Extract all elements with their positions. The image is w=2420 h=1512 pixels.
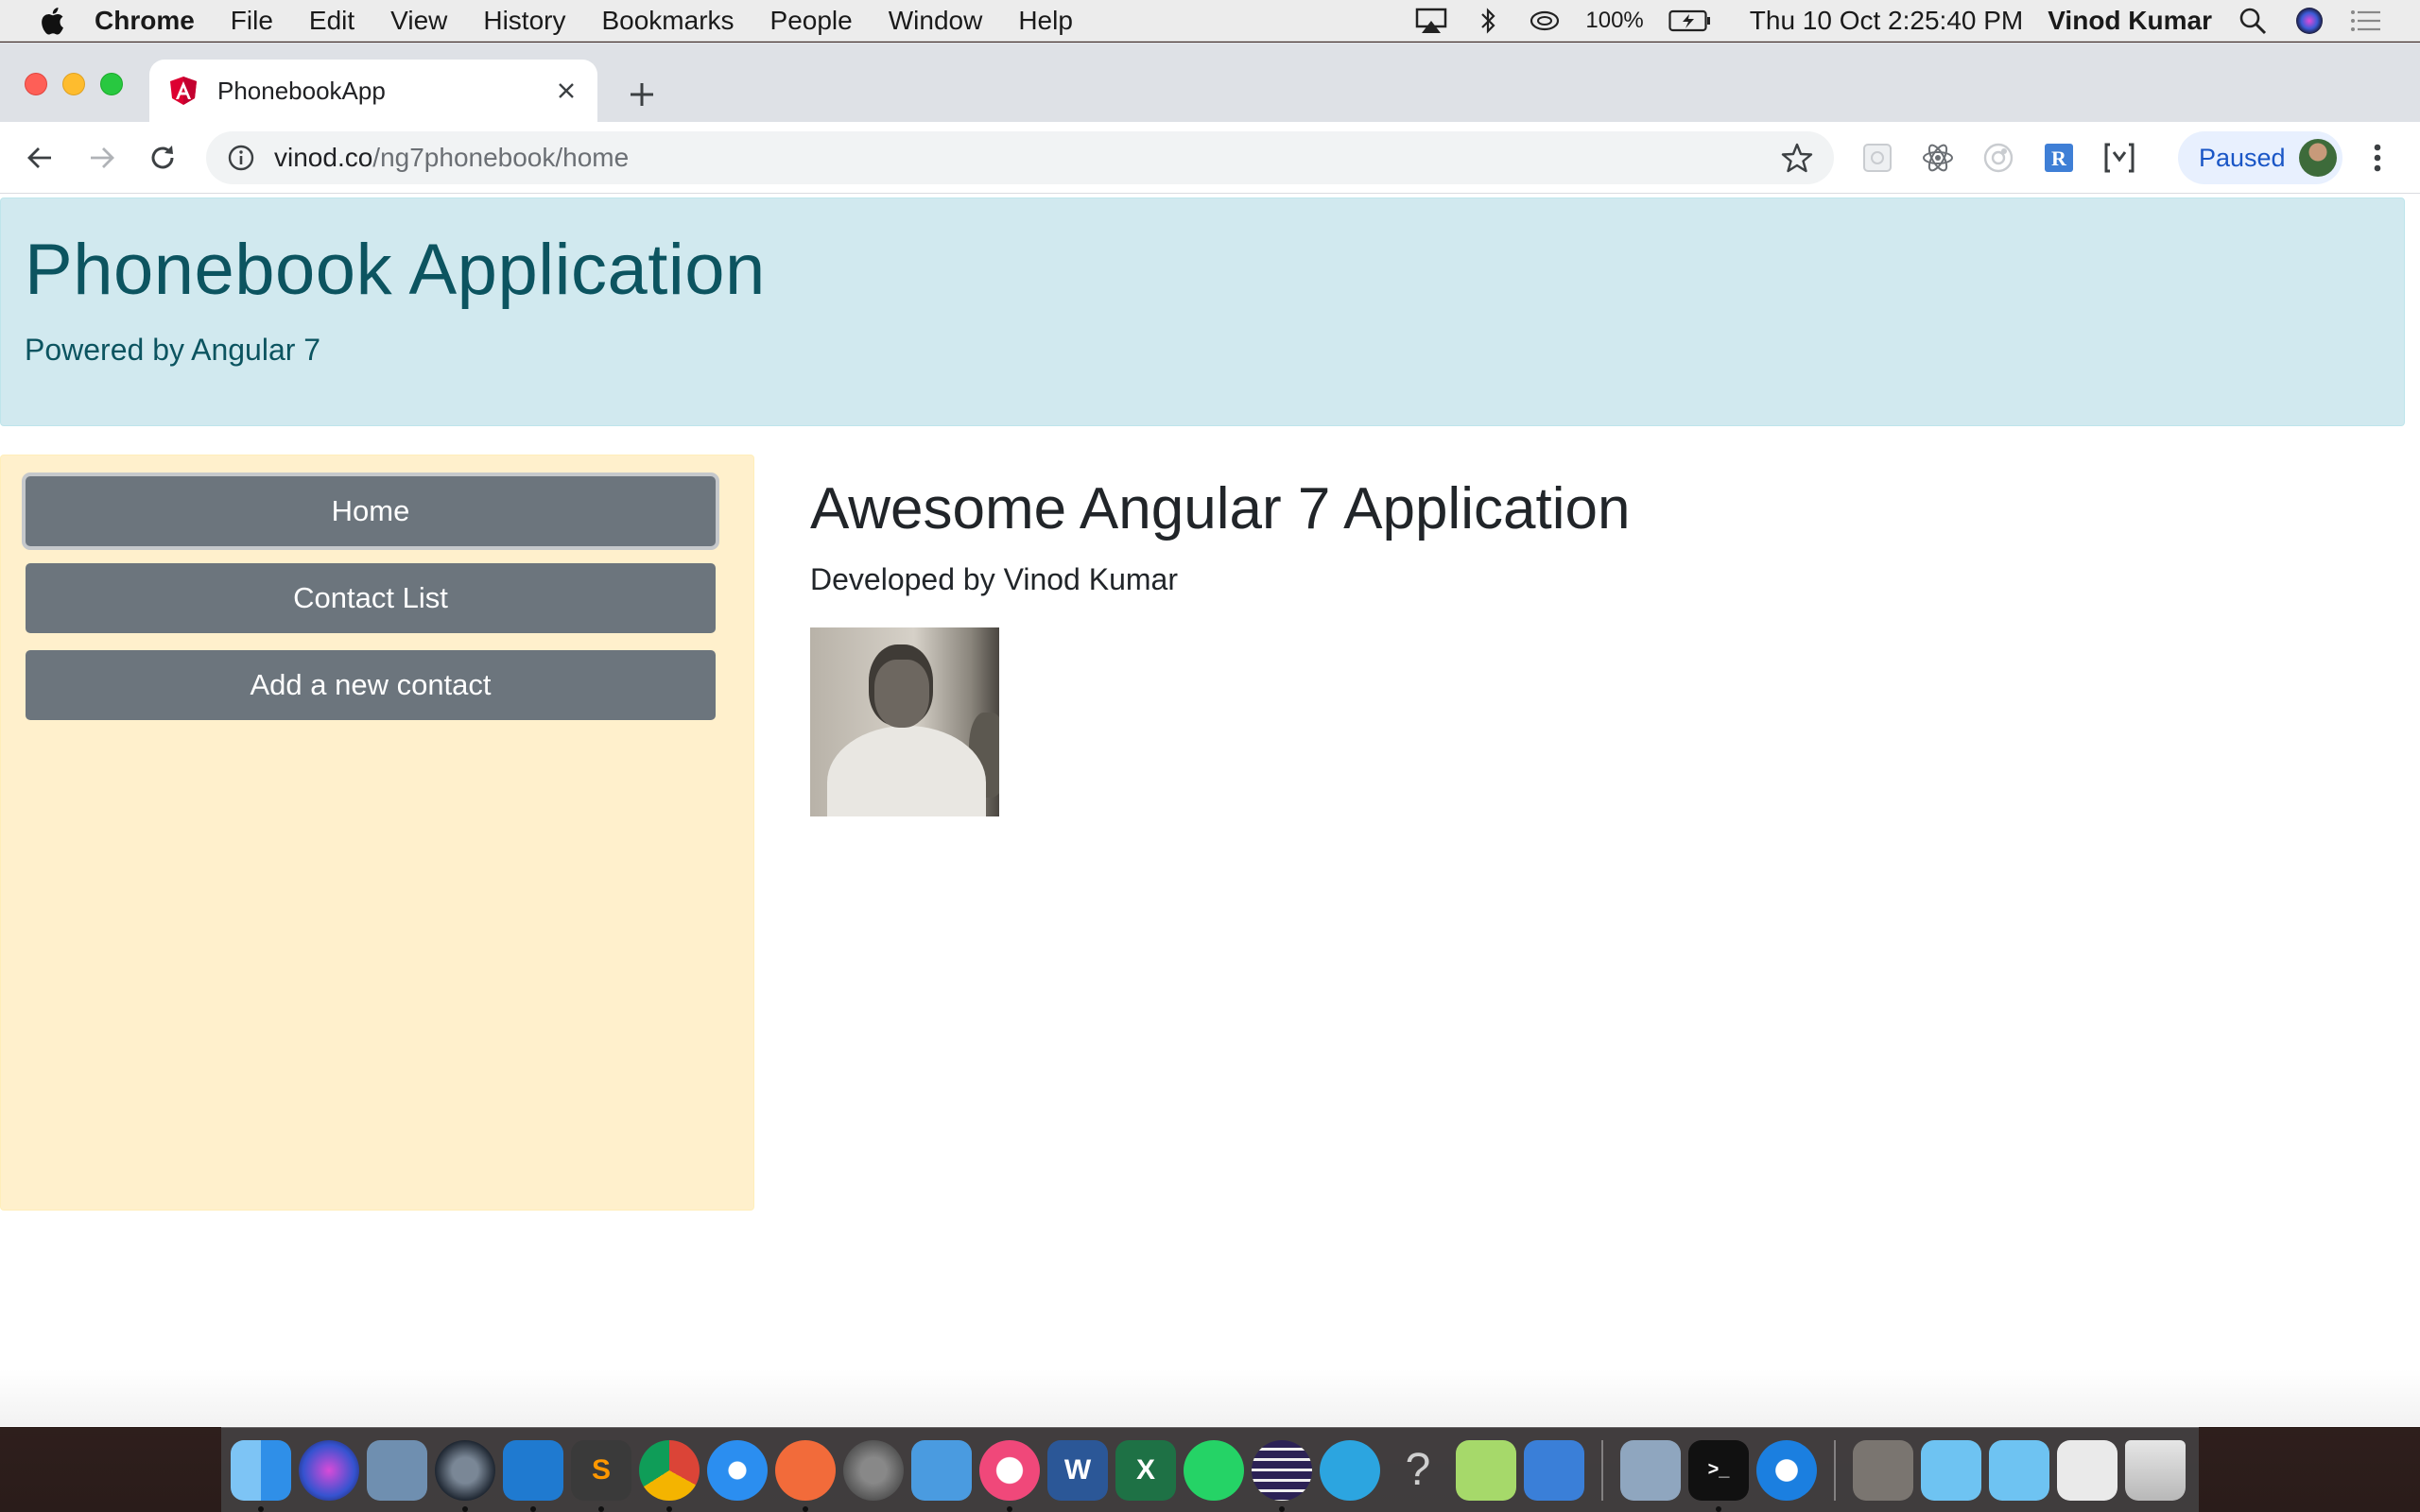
redux-devtools-icon[interactable]	[1979, 139, 2017, 177]
contact-list-button[interactable]: Contact List	[26, 563, 716, 633]
minimize-window-button[interactable]	[62, 73, 85, 95]
menu-history[interactable]: History	[483, 6, 565, 36]
battery-percentage: 100%	[1585, 7, 1644, 33]
zoom-window-button[interactable]	[100, 73, 123, 95]
react-devtools-icon[interactable]	[1919, 139, 1957, 177]
word-icon[interactable]: W	[1047, 1439, 1108, 1501]
whatsapp-icon[interactable]	[1184, 1439, 1244, 1501]
site-info-icon[interactable]	[227, 144, 255, 172]
extension-grid-icon[interactable]	[1858, 139, 1896, 177]
preview-icon[interactable]	[367, 1439, 427, 1501]
notes-icon[interactable]	[1456, 1439, 1516, 1501]
address-bar[interactable]: vinod.co/ng7phonebook/home	[206, 131, 1834, 184]
folder-icon[interactable]	[1853, 1439, 1913, 1501]
menu-view[interactable]: View	[390, 6, 447, 36]
siri-icon[interactable]	[2293, 7, 2325, 35]
finder-icon[interactable]	[231, 1439, 291, 1512]
developer-byline: Developed by Vinod Kumar	[810, 562, 1178, 597]
browser-window: PhonebookApp vinod.co/ng7phonebook/home	[0, 43, 2420, 1427]
tab-title: PhonebookApp	[217, 76, 386, 105]
terminal-icon[interactable]: >_	[1688, 1439, 1749, 1512]
window-controls	[25, 73, 123, 95]
address-url[interactable]: vinod.co/ng7phonebook/home	[274, 143, 1781, 173]
menu-help[interactable]: Help	[1018, 6, 1073, 36]
menu-people[interactable]: People	[770, 6, 853, 36]
safari-icon[interactable]	[707, 1439, 768, 1501]
new-tab-plus-icon[interactable]	[624, 77, 660, 112]
profile-status-label: Paused	[2199, 143, 2286, 172]
menu-window[interactable]: Window	[889, 6, 983, 36]
system-preferences-icon[interactable]	[843, 1439, 904, 1501]
remote-desktop-icon[interactable]	[1524, 1439, 1584, 1501]
developer-photo	[810, 627, 999, 817]
browser-toolbar: vinod.co/ng7phonebook/home R Paused	[0, 122, 2420, 194]
airplay-icon[interactable]	[1415, 7, 1447, 35]
tab-strip: PhonebookApp	[0, 43, 2420, 122]
sync-icon[interactable]	[1529, 7, 1561, 35]
vscode-icon[interactable]	[503, 1439, 563, 1512]
r-extension-icon[interactable]: R	[2040, 139, 2078, 177]
siri-icon[interactable]	[299, 1439, 359, 1501]
downloads-icon[interactable]	[2057, 1439, 2118, 1501]
bluetooth-icon[interactable]	[1472, 7, 1504, 35]
main-content: Awesome Angular 7 Application Developed …	[810, 476, 2323, 817]
sublime-icon[interactable]: S	[571, 1439, 631, 1512]
header-jumbotron: Phonebook Application Powered by Angular…	[0, 198, 2405, 426]
devtools-bracket-icon[interactable]	[2100, 139, 2138, 177]
menu-user-name[interactable]: Vinod Kumar	[2048, 6, 2212, 36]
sidebar-nav: Home Contact List Add a new contact	[0, 455, 754, 1211]
eclipse-icon[interactable]	[1252, 1439, 1312, 1512]
menu-edit[interactable]: Edit	[309, 6, 354, 36]
home-button[interactable]: Home	[26, 476, 716, 546]
svg-text:R: R	[2051, 146, 2067, 170]
photos-icon[interactable]	[1620, 1439, 1681, 1501]
chrome-icon[interactable]	[639, 1439, 700, 1512]
help-icon[interactable]: ?	[1388, 1440, 1448, 1501]
url-path: /ng7phonebook/home	[372, 143, 630, 172]
menu-clock[interactable]: Thu 10 Oct 2:25:40 PM	[1750, 6, 2024, 36]
menu-file[interactable]: File	[231, 6, 273, 36]
add-contact-button[interactable]: Add a new contact	[26, 650, 716, 720]
menu-app-name[interactable]: Chrome	[95, 6, 195, 36]
app-subtitle: Powered by Angular 7	[25, 332, 321, 367]
dock-separator	[1601, 1439, 1603, 1501]
apple-icon[interactable]	[38, 6, 66, 36]
page-title: Awesome Angular 7 Application	[810, 476, 1631, 541]
url-host: vinod.co	[274, 143, 373, 172]
menu-bar-status-area: 100% Thu 10 Oct 2:25:40 PM Vinod Kumar	[1415, 6, 2420, 36]
profile-avatar	[2298, 139, 2337, 177]
notification-center-icon[interactable]	[2350, 7, 2382, 35]
quicktime-icon[interactable]	[435, 1439, 495, 1512]
more-options-icon[interactable]	[2363, 139, 2392, 177]
paw-icon[interactable]	[775, 1439, 836, 1512]
teamviewer-icon[interactable]	[1756, 1439, 1817, 1501]
tab-phonebookapp[interactable]: PhonebookApp	[149, 60, 597, 122]
web-page: Phonebook Application Powered by Angular…	[0, 194, 2420, 1426]
forward-arrow-icon[interactable]	[81, 137, 123, 179]
tab-close-icon[interactable]	[554, 78, 579, 103]
excel-icon[interactable]: X	[1115, 1439, 1176, 1501]
reload-icon[interactable]	[142, 137, 183, 179]
menu-bookmarks[interactable]: Bookmarks	[601, 6, 734, 36]
profile-button[interactable]: Paused	[2178, 131, 2342, 184]
battery-icon[interactable]	[1668, 7, 1712, 35]
bookmark-star-icon[interactable]	[1781, 142, 1813, 174]
page-bottom-shadow	[0, 1369, 2420, 1426]
keynote-icon[interactable]	[911, 1439, 972, 1501]
telegram-icon[interactable]	[1320, 1439, 1380, 1501]
trash-icon[interactable]	[2125, 1439, 2186, 1501]
dock: S W X ? >_	[221, 1427, 2199, 1512]
menu-bar: Chrome File Edit View History Bookmarks …	[0, 0, 2420, 42]
back-arrow-icon[interactable]	[19, 137, 60, 179]
folder-icon[interactable]	[1989, 1439, 2049, 1501]
angular-favicon-icon	[170, 77, 197, 105]
dock-separator	[1834, 1439, 1836, 1501]
spotlight-search-icon[interactable]	[2237, 7, 2269, 35]
close-window-button[interactable]	[25, 73, 47, 95]
app-title: Phonebook Application	[25, 230, 766, 310]
folder-icon[interactable]	[1921, 1439, 1981, 1501]
itunes-icon[interactable]	[979, 1439, 1040, 1512]
